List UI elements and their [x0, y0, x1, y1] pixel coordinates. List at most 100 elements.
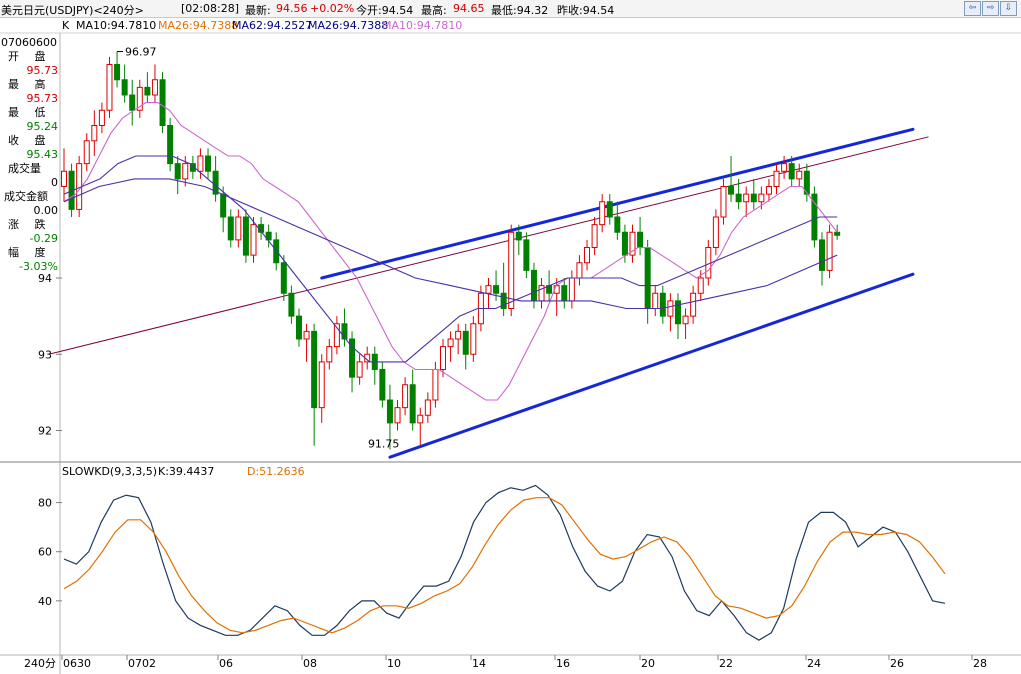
- ma-legend-ma62: MA62:94.2527: [232, 19, 312, 32]
- info-amount-value: 0.00: [33, 204, 59, 217]
- info-close-value: 95.43: [26, 148, 59, 161]
- ma-legend-ma10b: MA10:94.7810: [382, 19, 462, 32]
- candle-body-down: [280, 262, 287, 294]
- candle-body-down: [606, 201, 613, 218]
- candle-body-up: [303, 330, 310, 340]
- price-annotation: 96.97: [125, 46, 157, 59]
- candle-body-up: [690, 292, 697, 317]
- candle-body-up: [485, 285, 492, 294]
- candle-body-down: [129, 94, 136, 111]
- candle-body-down: [205, 155, 212, 172]
- time-tick-label: 08: [303, 657, 317, 670]
- candle-body-down: [462, 330, 469, 355]
- info-close-label: 收 盘: [8, 134, 52, 147]
- high-label: 最高:: [421, 4, 447, 17]
- candle-body-up: [417, 414, 424, 424]
- low-price: 最低:94.32: [491, 4, 549, 17]
- info-change-label: 涨 跌: [8, 218, 52, 231]
- info-volume-value: 0: [51, 176, 58, 189]
- candle-body-up: [182, 163, 189, 180]
- candle-body-down: [121, 79, 128, 96]
- candle-body-up: [781, 163, 788, 172]
- candle-body-down: [644, 247, 651, 309]
- candle-body-down: [614, 216, 621, 233]
- candle-body-down: [834, 231, 841, 236]
- open-price: 今开:94.54: [356, 4, 414, 17]
- candle-body-down: [311, 330, 318, 409]
- chart-canvas: 92 93 94 96.97 91.75 40 60 80 0630 0702 06 08 10 1…: [0, 0, 1021, 674]
- candle-body-up: [394, 407, 401, 424]
- candle-body-down: [515, 231, 522, 241]
- candle-body-down: [728, 186, 735, 195]
- candle-body-down: [493, 285, 500, 294]
- info-amount-label: 成交金额: [4, 190, 48, 203]
- candle-body-up: [826, 231, 833, 271]
- time-tick-label: 14: [472, 657, 486, 670]
- candle-body-down: [621, 231, 628, 256]
- info-date: 07060600: [1, 36, 57, 49]
- candle-body-down: [637, 231, 644, 248]
- candle-body-down: [295, 315, 302, 340]
- ma-legend-k: K: [62, 19, 70, 32]
- candle-body-up: [197, 155, 204, 172]
- time-tick-label: 22: [719, 657, 733, 670]
- indicator-tick-label: 80: [38, 497, 52, 510]
- time-tick-label: 06: [219, 657, 233, 670]
- candle-body-up: [106, 64, 113, 111]
- time-tick-label: 24: [807, 657, 821, 670]
- candle-body-up: [652, 292, 659, 309]
- candle-body-down: [220, 193, 227, 218]
- arrow-left-icon[interactable]: ⇦: [964, 1, 981, 16]
- price-tick-label: 93: [38, 348, 52, 361]
- candle-body-up: [91, 125, 98, 142]
- info-pct-label: 幅 度: [8, 246, 52, 259]
- candle-body-up: [667, 300, 674, 317]
- candle-body-down: [159, 79, 166, 126]
- latest-value: 94.56: [276, 2, 308, 15]
- info-change-value: -0.29: [29, 232, 58, 245]
- candle-body-down: [167, 125, 174, 165]
- info-high-value: 95.73: [26, 92, 59, 105]
- candle-body-down: [174, 163, 181, 180]
- indicator-k-value: K:39.4437: [158, 465, 214, 478]
- candle-body-up: [599, 201, 606, 226]
- instrument-title: 美元日元(USDJPY)<240分>: [1, 4, 144, 17]
- candle-body-up: [682, 315, 689, 325]
- info-high-label: 最 高: [8, 78, 52, 91]
- time-tick-label: 10: [387, 657, 401, 670]
- candle-body-down: [735, 193, 742, 203]
- candle-body-up: [326, 346, 333, 363]
- candle-body-down: [561, 285, 568, 302]
- candle-body-up: [796, 170, 803, 180]
- candle-body-up: [151, 79, 158, 96]
- candle-body-up: [402, 384, 409, 409]
- candle-body-up: [508, 231, 515, 309]
- time-tick-label: 28: [973, 657, 987, 670]
- arrow-down-icon[interactable]: ⇩: [1000, 1, 1017, 16]
- price-tick-label: 94: [38, 272, 52, 285]
- ma-legend-ma26b: MA26:94.7388: [308, 19, 388, 32]
- candle-body-up: [83, 140, 90, 165]
- candle-body-down: [409, 384, 416, 424]
- arrow-right-icon[interactable]: ⇨: [982, 1, 999, 16]
- candle-body-up: [576, 262, 583, 279]
- candle-body-up: [765, 186, 772, 195]
- price-annotation: 91.75: [368, 438, 400, 451]
- high-value: 94.65: [453, 2, 485, 15]
- candle-body-up: [743, 193, 750, 203]
- candle-body-down: [379, 369, 386, 401]
- prev-close: 昨收:94.54: [557, 4, 615, 17]
- candle-body-down: [144, 86, 151, 96]
- candle-body-up: [697, 277, 704, 294]
- ma-legend-ma26: MA26:94.7388: [158, 19, 238, 32]
- ma-legend-ma10: MA10:94.7810: [76, 19, 156, 32]
- time-tick-label: 20: [641, 657, 655, 670]
- indicator-tick-label: 40: [38, 595, 52, 608]
- candle-body-up: [432, 369, 439, 401]
- candle-body-up: [568, 277, 575, 302]
- latest-label: 最新:: [245, 4, 271, 17]
- candle-body-down: [114, 64, 121, 81]
- indicator-tick-label: 60: [38, 546, 52, 559]
- candle-body-up: [318, 361, 325, 409]
- time-tick-label: 26: [890, 657, 904, 670]
